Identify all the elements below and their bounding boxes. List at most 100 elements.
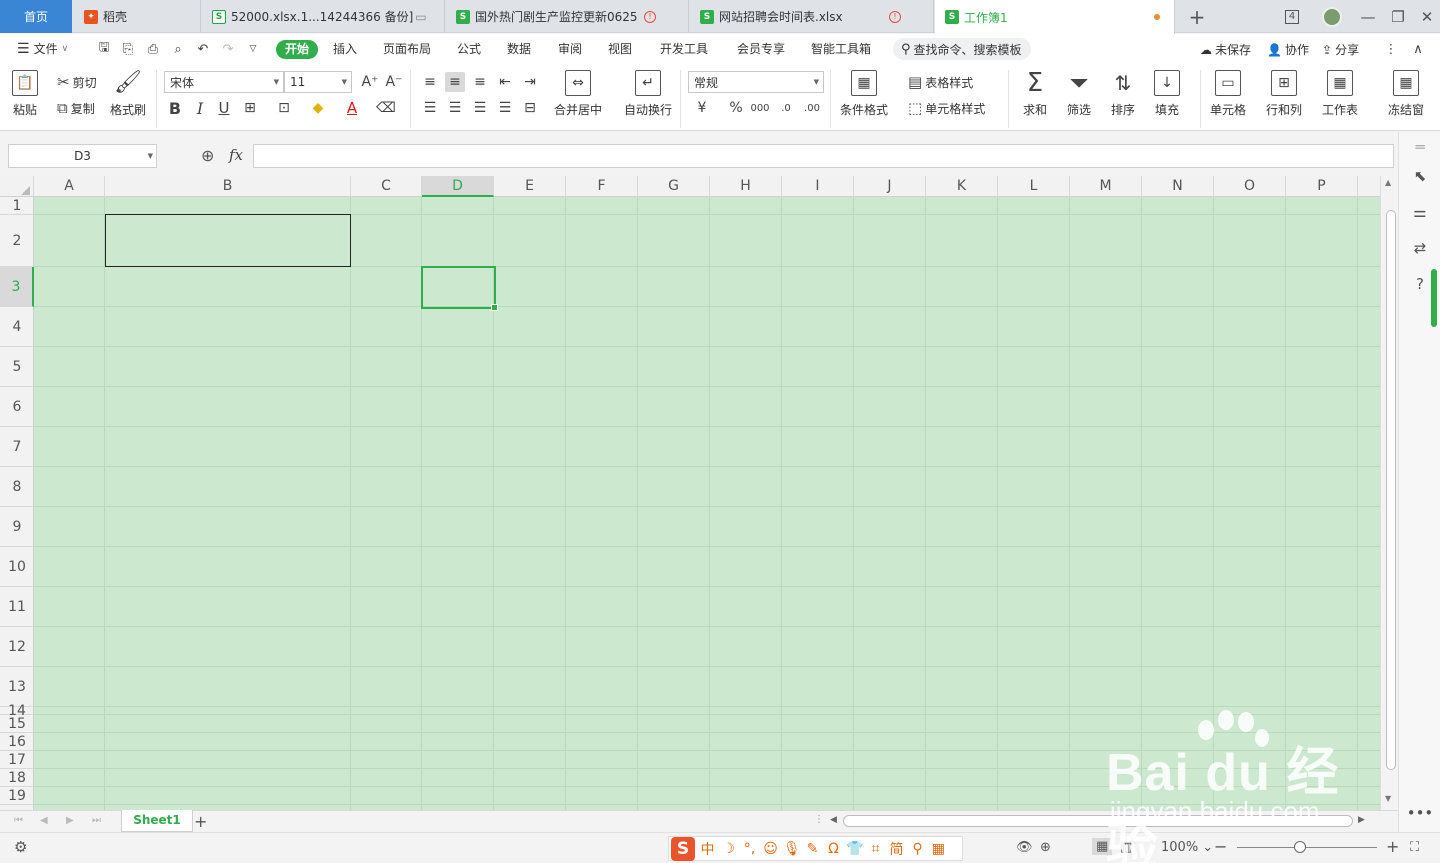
first-sheet-icon[interactable]: ⏮: [14, 815, 23, 826]
column-header-d[interactable]: D: [422, 176, 494, 197]
eye-protection-icon[interactable]: 👁: [1016, 840, 1033, 855]
redo-icon[interactable]: ↷: [220, 41, 236, 57]
print-icon[interactable]: ⎙: [145, 41, 161, 57]
bold-icon[interactable]: B: [165, 98, 185, 118]
align-middle-icon[interactable]: ≡: [445, 72, 465, 92]
undo-icon[interactable]: ↶: [195, 41, 211, 57]
row-header-7[interactable]: 7: [0, 427, 34, 467]
row-header-19[interactable]: 19: [0, 787, 34, 805]
row-header-17[interactable]: 17: [0, 751, 34, 769]
increase-font-icon[interactable]: A⁺: [360, 72, 380, 92]
thousands-icon[interactable]: 000: [750, 98, 770, 118]
emoji-icon[interactable]: ☺: [762, 841, 779, 857]
row-header-18[interactable]: 18: [0, 769, 34, 787]
tab-home[interactable]: 首页: [0, 0, 72, 33]
column-header-n[interactable]: N: [1142, 176, 1214, 197]
clear-format-icon[interactable]: ⌫: [376, 98, 396, 118]
select-pointer-icon[interactable]: ⬉: [1409, 165, 1431, 187]
zoom-level[interactable]: 100% ⌄: [1161, 840, 1213, 855]
tab-insert[interactable]: 插入: [324, 40, 366, 59]
zoom-slider-track[interactable]: [1237, 847, 1377, 848]
tab-smart-tools[interactable]: 智能工具箱: [802, 40, 880, 59]
erase-border-icon[interactable]: ⊡: [274, 98, 294, 118]
tab-document[interactable]: S 网站招聘会时间表.xlsx !: [690, 0, 934, 33]
macro-record-icon[interactable]: ⚙: [14, 838, 27, 856]
align-left-icon[interactable]: ☰: [420, 98, 440, 118]
scroll-right-icon[interactable]: ▶: [1358, 815, 1365, 825]
row-header-5[interactable]: 5: [0, 347, 34, 387]
pen-icon[interactable]: ✎: [804, 841, 821, 857]
column-header-l[interactable]: L: [998, 176, 1070, 197]
currency-icon[interactable]: ¥: [692, 98, 712, 118]
grid-apps-icon[interactable]: ▦: [930, 841, 947, 857]
tab-review[interactable]: 审阅: [549, 40, 591, 59]
customize-dropdown-icon[interactable]: ▽: [245, 41, 261, 57]
spreadsheet-grid[interactable]: ABCDEFGHIJKLMNOP 1 2 3 4 5 6 7 8 9 10 11 12 13 14 15 16…: [0, 176, 1380, 810]
percent-icon[interactable]: %: [726, 98, 746, 118]
conditional-format-button[interactable]: ▦ 条件格式: [840, 70, 888, 118]
increase-decimal-icon[interactable]: .0: [776, 98, 796, 118]
row-header-11[interactable]: 11: [0, 587, 34, 627]
command-search[interactable]: ⚲ 查找命令、搜索模板: [893, 38, 1031, 60]
bordered-cell-b2[interactable]: [105, 214, 351, 267]
add-sheet-button[interactable]: +: [194, 812, 207, 831]
tab-page-layout[interactable]: 页面布局: [374, 40, 440, 59]
fill-color-icon[interactable]: ◆: [308, 98, 328, 118]
italic-icon[interactable]: I: [190, 98, 210, 118]
justify-icon[interactable]: ☰: [495, 98, 515, 118]
horizontal-scroll-thumb[interactable]: [843, 815, 1353, 827]
unsaved-status[interactable]: ☁ 未保存: [1200, 41, 1251, 58]
format-painter-button[interactable]: 🖌 格式刷: [110, 70, 146, 118]
help-icon[interactable]: ?: [1409, 273, 1431, 295]
cut-button[interactable]: ✂ 剪切: [57, 73, 97, 91]
next-sheet-icon[interactable]: ▶: [66, 815, 74, 826]
search-icon[interactable]: ⚲: [909, 841, 926, 857]
column-header-b[interactable]: B: [105, 176, 351, 197]
zoom-in-icon[interactable]: +: [1386, 837, 1399, 856]
crop-icon[interactable]: ⌗: [867, 841, 884, 857]
vertical-scroll-thumb[interactable]: [1386, 210, 1396, 770]
prev-sheet-icon[interactable]: ◀: [40, 815, 48, 826]
row-header-15[interactable]: 15: [0, 715, 34, 733]
name-box[interactable]: D3 ▼: [8, 144, 157, 168]
vertical-scrollbar[interactable]: ▲ ▼: [1380, 176, 1398, 810]
cell-button[interactable]: ▭ 单元格: [1210, 70, 1246, 118]
column-header-m[interactable]: M: [1070, 176, 1142, 197]
fullscreen-icon[interactable]: ⛶: [1410, 840, 1419, 855]
tab-view[interactable]: 视图: [599, 40, 641, 59]
tab-document[interactable]: S 国外热门剧生产监控更新0625 !: [446, 0, 689, 33]
row-header-1[interactable]: 1: [0, 197, 34, 215]
underline-icon[interactable]: U: [214, 98, 234, 118]
row-header-3[interactable]: 3: [0, 267, 34, 307]
avatar[interactable]: [1320, 0, 1344, 33]
paste-button[interactable]: 📋 粘贴: [12, 70, 38, 118]
collapse-ribbon-icon[interactable]: ∧: [1410, 41, 1426, 57]
column-header-h[interactable]: H: [710, 176, 782, 197]
column-header-g[interactable]: G: [638, 176, 710, 197]
worksheet-button[interactable]: ▦ 工作表: [1322, 70, 1358, 118]
save-icon[interactable]: 🖫: [96, 40, 112, 57]
align-top-icon[interactable]: ≡: [420, 72, 440, 92]
share-button[interactable]: ⇪ 分享: [1322, 41, 1359, 58]
scroll-down-icon[interactable]: ▼: [1385, 794, 1391, 803]
zoom-slider-knob[interactable]: [1294, 841, 1306, 853]
row-col-button[interactable]: ⊞ 行和列: [1266, 70, 1302, 118]
last-sheet-icon[interactable]: ⏭: [92, 815, 101, 826]
column-header-f[interactable]: F: [566, 176, 638, 197]
row-header-6[interactable]: 6: [0, 387, 34, 427]
active-cell-d3[interactable]: [421, 266, 498, 311]
splitter-icon[interactable]: ⋮: [814, 814, 824, 825]
transfer-icon[interactable]: ⇄: [1409, 237, 1431, 259]
row-header-2[interactable]: 2: [0, 215, 34, 267]
new-tab-button[interactable]: +: [1184, 0, 1210, 33]
file-menu[interactable]: ☰ 文件 ∨: [8, 40, 77, 59]
reading-mode-icon[interactable]: ⊕: [1040, 840, 1051, 855]
filter-button[interactable]: ⏷ 筛选: [1066, 70, 1092, 118]
omega-icon[interactable]: Ω: [825, 841, 842, 857]
select-all-corner[interactable]: [0, 176, 34, 197]
punctuation-icon[interactable]: °,: [741, 841, 758, 857]
shirt-icon[interactable]: 👕: [846, 841, 863, 857]
row-header-4[interactable]: 4: [0, 307, 34, 347]
number-format-select[interactable]: 常规 ▼: [688, 71, 824, 93]
font-name-select[interactable]: 宋体 ▼: [164, 71, 284, 93]
